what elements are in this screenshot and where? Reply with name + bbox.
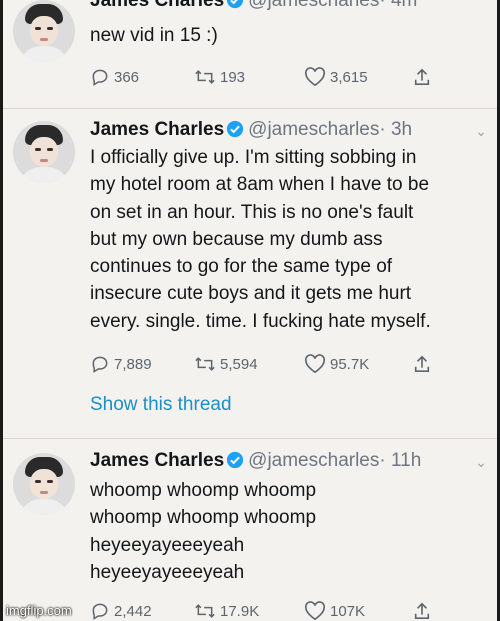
avatar[interactable] [13, 121, 75, 183]
show-thread-link[interactable]: Show this thread [90, 394, 232, 416]
reply-button[interactable]: 366 [90, 67, 139, 87]
author-name[interactable]: James Charles [90, 119, 224, 140]
author-name[interactable]: James Charles [90, 450, 224, 471]
like-button[interactable]: 95.7K [304, 354, 369, 374]
heart-icon [304, 67, 326, 87]
verified-badge-icon [226, 451, 244, 475]
tweet[interactable]: James Charles @jamescharles· 11h ⌄ whoomp… [3, 438, 497, 621]
author-handle[interactable]: @jamescharles [248, 119, 379, 140]
retweet-icon [195, 604, 215, 618]
tweet-text: new vid in 15 :) [90, 25, 218, 46]
reply-icon [92, 69, 108, 86]
author-name[interactable]: James Charles [90, 0, 224, 11]
tweet-feed: James Charles @jamescharles· 4m new vid i… [3, 0, 497, 621]
imgflip-watermark: imgflip.com [6, 603, 72, 618]
share-button[interactable] [413, 601, 435, 621]
share-icon [414, 602, 430, 620]
heart-icon [304, 601, 326, 621]
share-button[interactable] [413, 67, 435, 87]
retweet-button[interactable]: 17.9K [194, 601, 259, 621]
retweet-icon [195, 357, 215, 371]
tweet-text: I officially give up. I'm sitting sobbin… [90, 147, 431, 332]
share-icon [414, 355, 430, 373]
reply-icon [92, 603, 108, 620]
reply-icon [92, 356, 108, 373]
tweet-actions: 366 193 3,615 [90, 67, 450, 91]
share-icon [414, 68, 430, 86]
author-handle[interactable]: @jamescharles [248, 450, 379, 471]
chevron-down-icon[interactable]: ⌄ [475, 123, 487, 140]
tweet-actions: 2,442 17.9K 107K [90, 601, 450, 621]
reply-button[interactable]: 7,889 [90, 354, 152, 374]
tweet-text: whoomp whoomp whoomp whoomp whoomp whoom… [90, 480, 317, 583]
avatar[interactable] [13, 453, 75, 515]
reply-button[interactable]: 2,442 [90, 601, 152, 621]
tweet-actions: 7,889 5,594 95.7K [90, 354, 450, 378]
tweet[interactable]: James Charles @jamescharles· 3h ⌄ I offic… [3, 108, 497, 439]
verified-badge-icon [226, 0, 244, 15]
tweet[interactable]: James Charles @jamescharles· 4m new vid i… [3, 0, 497, 109]
tweet-time[interactable]: · 4m [379, 0, 417, 11]
avatar[interactable] [13, 0, 75, 62]
retweet-button[interactable]: 193 [194, 67, 245, 87]
like-button[interactable]: 3,615 [304, 67, 368, 87]
author-handle[interactable]: @jamescharles [248, 0, 379, 11]
like-button[interactable]: 107K [304, 601, 365, 621]
heart-icon [304, 354, 326, 374]
verified-badge-icon [226, 120, 244, 144]
retweet-button[interactable]: 5,594 [194, 354, 258, 374]
retweet-icon [195, 70, 215, 84]
tweet-time[interactable]: · 11h [379, 450, 421, 471]
chevron-down-icon[interactable]: ⌄ [475, 454, 487, 471]
tweet-time[interactable]: · 3h [379, 119, 412, 140]
share-button[interactable] [413, 354, 435, 374]
